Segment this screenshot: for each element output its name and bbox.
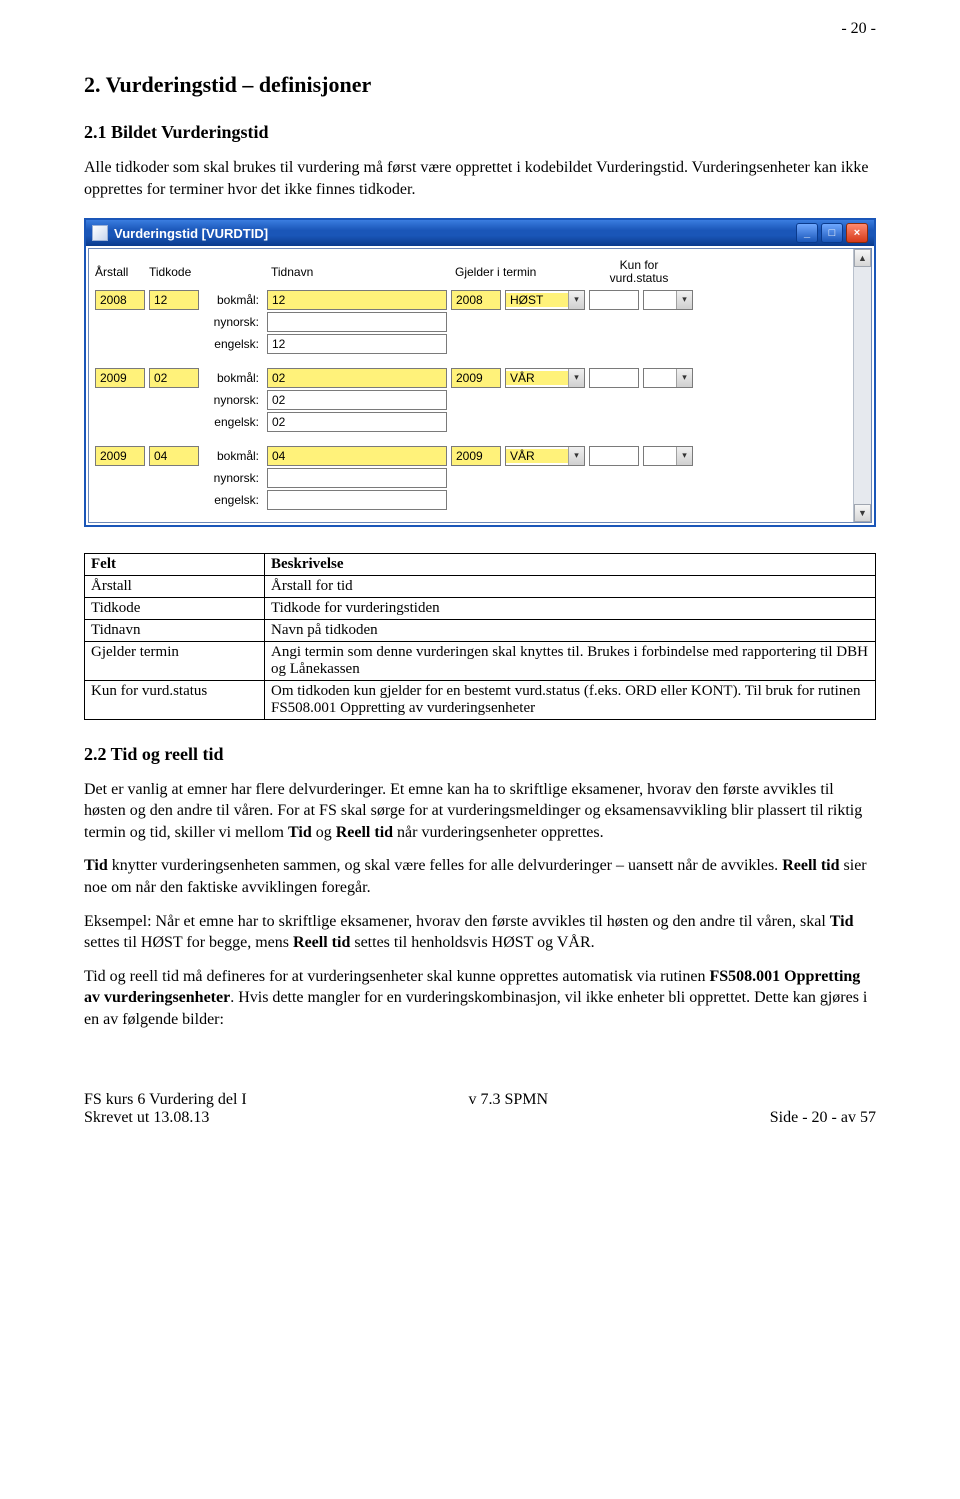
footer-center: v 7.3 SPMN	[468, 1091, 548, 1109]
gjelder-termin-select[interactable]: VÅR▾	[505, 446, 585, 466]
lang-label-engelsk: engelsk:	[203, 415, 263, 429]
col-header-tidnavn: Tidnavn	[271, 265, 451, 279]
vurderingstid-window: Vurderingstid [VURDTID] _ □ × Årstall Ti…	[84, 218, 876, 526]
vurdstatus-field-1[interactable]	[589, 368, 639, 388]
tidnavn-nynorsk-field[interactable]: 02	[267, 390, 447, 410]
lang-label-bokmal: bokmål:	[203, 293, 263, 307]
scroll-up-icon[interactable]: ▲	[854, 249, 871, 267]
table-row: TidkodeTidkode for vurderingstiden	[85, 597, 876, 619]
table-header-beskrivelse: Beskrivelse	[265, 553, 876, 575]
tidkode-field[interactable]: 02	[149, 368, 199, 388]
col-header-tidkode: Tidkode	[149, 265, 199, 279]
tidnavn-nynorsk-field[interactable]	[267, 468, 447, 488]
chevron-down-icon: ▾	[676, 447, 692, 465]
vurdstatus-field-1[interactable]	[589, 290, 639, 310]
table-row: Gjelder terminAngi termin som denne vurd…	[85, 641, 876, 680]
section-title: 2. Vurderingstid – definisjoner	[84, 72, 876, 98]
vurdstatus-select-2[interactable]: ▾	[643, 368, 693, 388]
tidkode-field[interactable]: 12	[149, 290, 199, 310]
subsection-2-2-title: 2.2 Tid og reell tid	[84, 744, 876, 765]
gjelder-termin-select[interactable]: HØST▾	[505, 290, 585, 310]
lang-label-engelsk: engelsk:	[203, 337, 263, 351]
page-footer: FS kurs 6 Vurdering del I Skrevet ut 13.…	[84, 1091, 876, 1127]
scroll-down-icon[interactable]: ▼	[854, 504, 871, 522]
lang-label-engelsk: engelsk:	[203, 493, 263, 507]
gjelder-termin-select[interactable]: VÅR▾	[505, 368, 585, 388]
window-title: Vurderingstid [VURDTID]	[114, 226, 796, 241]
lang-label-bokmal: bokmål:	[203, 371, 263, 385]
aarstall-field[interactable]: 2008	[95, 290, 145, 310]
table-header-felt: Felt	[85, 553, 265, 575]
tidnavn-bokmal-field[interactable]: 04	[267, 446, 447, 466]
chevron-down-icon: ▾	[568, 447, 584, 465]
tidnavn-nynorsk-field[interactable]	[267, 312, 447, 332]
table-row: ÅrstallÅrstall for tid	[85, 575, 876, 597]
table-row: Kun for vurd.statusOm tidkoden kun gjeld…	[85, 680, 876, 719]
vurdstatus-select-2[interactable]: ▾	[643, 446, 693, 466]
chevron-down-icon: ▾	[568, 369, 584, 387]
scrollbar-vertical[interactable]: ▲ ▼	[853, 249, 871, 521]
close-button[interactable]: ×	[846, 223, 868, 243]
window-titlebar[interactable]: Vurderingstid [VURDTID] _ □ ×	[86, 220, 874, 246]
tidnavn-engelsk-field[interactable]	[267, 490, 447, 510]
body-paragraph: Eksempel: Når et emne har to skriftlige …	[84, 911, 876, 954]
window-icon	[92, 225, 108, 241]
chevron-down-icon: ▾	[676, 369, 692, 387]
chevron-down-icon: ▾	[568, 291, 584, 309]
tidnavn-engelsk-field[interactable]: 02	[267, 412, 447, 432]
lang-label-nynorsk: nynorsk:	[203, 471, 263, 485]
body-paragraph: Tid knytter vurderingsenheten sammen, og…	[84, 855, 876, 898]
vurdstatus-field-1[interactable]	[589, 446, 639, 466]
col-header-kunfor: Kun for vurd.status	[589, 259, 689, 285]
tidnavn-engelsk-field[interactable]: 12	[267, 334, 447, 354]
lang-label-bokmal: bokmål:	[203, 449, 263, 463]
table-row: TidnavnNavn på tidkoden	[85, 619, 876, 641]
gjelder-aar-field[interactable]: 2009	[451, 368, 501, 388]
body-paragraph: Tid og reell tid må defineres for at vur…	[84, 966, 876, 1031]
minimize-button[interactable]: _	[796, 223, 818, 243]
tidnavn-bokmal-field[interactable]: 12	[267, 290, 447, 310]
aarstall-field[interactable]: 2009	[95, 446, 145, 466]
tidnavn-bokmal-field[interactable]: 02	[267, 368, 447, 388]
subsection-2-1-title: 2.1 Bildet Vurderingstid	[84, 122, 876, 143]
aarstall-field[interactable]: 2009	[95, 368, 145, 388]
footer-left-line-1: FS kurs 6 Vurdering del I	[84, 1091, 247, 1109]
vurdstatus-select-2[interactable]: ▾	[643, 290, 693, 310]
body-paragraph: Det er vanlig at emner har flere delvurd…	[84, 779, 876, 844]
col-header-gjelder: Gjelder i termin	[455, 265, 585, 279]
gjelder-aar-field[interactable]: 2009	[451, 446, 501, 466]
gjelder-aar-field[interactable]: 2008	[451, 290, 501, 310]
footer-left-line-2: Skrevet ut 13.08.13	[84, 1109, 247, 1127]
intro-paragraph: Alle tidkoder som skal brukes til vurder…	[84, 157, 876, 200]
lang-label-nynorsk: nynorsk:	[203, 393, 263, 407]
felt-beskrivelse-table: Felt Beskrivelse ÅrstallÅrstall for tid …	[84, 553, 876, 720]
lang-label-nynorsk: nynorsk:	[203, 315, 263, 329]
tidkode-field[interactable]: 04	[149, 446, 199, 466]
chevron-down-icon: ▾	[676, 291, 692, 309]
col-header-aarstall: Årstall	[95, 265, 145, 279]
footer-right: Side - 20 - av 57	[770, 1109, 876, 1127]
maximize-button[interactable]: □	[821, 223, 843, 243]
page-number-top: - 20 -	[841, 20, 876, 38]
